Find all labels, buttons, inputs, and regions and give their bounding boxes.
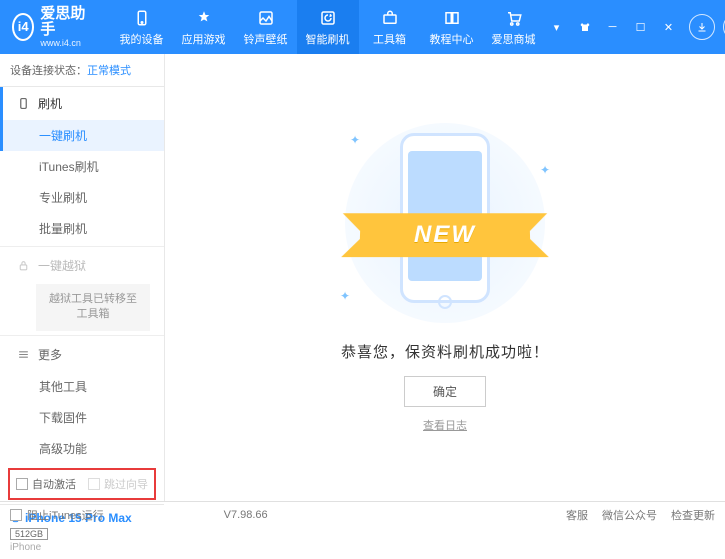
cart-icon (504, 8, 524, 28)
flash-icon (17, 97, 30, 110)
sidebar-itunes-flash[interactable]: iTunes刷机 (0, 151, 164, 182)
section-more[interactable]: 更多 (0, 338, 164, 371)
sidebar-batch-flash[interactable]: 批量刷机 (0, 213, 164, 244)
success-message: 恭喜您，保资料刷机成功啦！ (341, 341, 549, 362)
sidebar: 设备连接状态：正常模式 刷机 一键刷机 iTunes刷机 专业刷机 批量刷机 一… (0, 54, 165, 501)
section-jailbreak: 一键越狱 (0, 249, 164, 282)
image-icon (256, 8, 276, 28)
new-text: NEW (414, 221, 476, 249)
nav-label: 教程中心 (430, 31, 474, 47)
status-label: 设备连接状态： (10, 65, 87, 77)
section-title: 一键越狱 (38, 257, 86, 274)
minimize-button[interactable]: ─ (601, 15, 625, 39)
ok-button[interactable]: 确定 (404, 376, 486, 407)
footer-update[interactable]: 检查更新 (671, 507, 715, 523)
app-title: 爱思助手 (40, 6, 86, 39)
device-type: iPhone (10, 542, 154, 553)
phone-icon (132, 8, 152, 28)
connection-status: 设备连接状态：正常模式 (0, 54, 164, 87)
maximize-button[interactable]: ☐ (629, 15, 653, 39)
titlebar: i4 爱思助手 www.i4.cn 我的设备 应用游戏 铃声壁纸 智能刷机 工具… (0, 0, 725, 54)
nav-tutorials[interactable]: 教程中心 (421, 0, 483, 54)
version-label: V7.98.66 (224, 509, 268, 521)
checkbox-label: 自动激活 (32, 476, 76, 492)
auto-activate-checkbox[interactable]: 自动激活 (16, 476, 76, 492)
checkbox-label: 阻止iTunes运行 (27, 507, 104, 523)
logo: i4 爱思助手 www.i4.cn (12, 6, 87, 49)
footer-wechat[interactable]: 微信公众号 (602, 507, 657, 523)
new-banner: NEW (359, 213, 530, 257)
nav-flash[interactable]: 智能刷机 (297, 0, 359, 54)
sidebar-other-tools[interactable]: 其他工具 (0, 371, 164, 402)
nav-label: 应用游戏 (182, 31, 226, 47)
device-storage: 512GB (10, 528, 48, 540)
footer-support[interactable]: 客服 (566, 507, 588, 523)
list-icon (17, 348, 30, 361)
nav-toolbox[interactable]: 工具箱 (359, 0, 421, 54)
nav-store[interactable]: 爱思商城 (483, 0, 545, 54)
jailbreak-note: 越狱工具已转移至工具箱 (36, 284, 150, 331)
checkbox-label: 跳过向导 (104, 476, 148, 492)
section-title: 更多 (38, 346, 62, 363)
checkbox-icon (88, 478, 100, 490)
view-log-link[interactable]: 查看日志 (423, 417, 467, 433)
menu-icon[interactable]: ▾ (545, 15, 569, 39)
lock-icon (17, 259, 30, 272)
sidebar-advanced[interactable]: 高级功能 (0, 433, 164, 464)
success-illustration: ✦ ✦ ✦ NEW (380, 123, 510, 323)
logo-icon: i4 (12, 13, 34, 41)
sidebar-one-click-flash[interactable]: 一键刷机 (0, 120, 164, 151)
download-button[interactable] (689, 14, 715, 40)
options-row: 自动激活 跳过向导 (8, 468, 156, 500)
nav-label: 我的设备 (120, 31, 164, 47)
toolbox-icon (380, 8, 400, 28)
checkbox-icon (10, 509, 22, 521)
nav-label: 智能刷机 (306, 31, 350, 47)
skin-icon[interactable] (573, 15, 597, 39)
close-button[interactable]: ✕ (657, 15, 681, 39)
nav-label: 爱思商城 (492, 31, 536, 47)
footer: 阻止iTunes运行 V7.98.66 客服 微信公众号 检查更新 (0, 501, 725, 527)
content-area: 设备连接状态：正常模式 刷机 一键刷机 iTunes刷机 专业刷机 批量刷机 一… (0, 54, 725, 501)
skip-guide-checkbox[interactable]: 跳过向导 (88, 476, 148, 492)
nav-label: 铃声壁纸 (244, 31, 288, 47)
status-value: 正常模式 (87, 65, 131, 77)
section-flash[interactable]: 刷机 (0, 87, 164, 120)
main-panel: ✦ ✦ ✦ NEW 恭喜您，保资料刷机成功啦！ 确定 查看日志 (165, 54, 725, 501)
window-controls: ▾ ─ ☐ ✕ (545, 14, 725, 40)
app-url: www.i4.cn (40, 39, 86, 49)
nav-apps[interactable]: 应用游戏 (173, 0, 235, 54)
nav-label: 工具箱 (373, 31, 406, 47)
sidebar-download-firmware[interactable]: 下载固件 (0, 402, 164, 433)
sidebar-pro-flash[interactable]: 专业刷机 (0, 182, 164, 213)
nav-my-device[interactable]: 我的设备 (111, 0, 173, 54)
refresh-icon (318, 8, 338, 28)
block-itunes-checkbox[interactable]: 阻止iTunes运行 (10, 507, 104, 523)
checkbox-icon (16, 478, 28, 490)
nav-tabs: 我的设备 应用游戏 铃声壁纸 智能刷机 工具箱 教程中心 爱思商城 (111, 0, 545, 54)
book-icon (442, 8, 462, 28)
nav-ringtones[interactable]: 铃声壁纸 (235, 0, 297, 54)
apps-icon (194, 8, 214, 28)
section-title: 刷机 (38, 95, 62, 112)
